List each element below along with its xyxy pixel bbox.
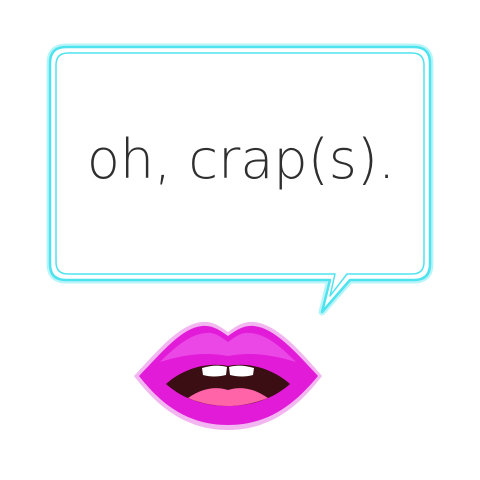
image-canvas: oh, crap(s). (0, 0, 480, 480)
lips-icon (134, 321, 322, 430)
speech-bubble-text: oh, crap(s). (86, 128, 396, 191)
teeth-right (229, 365, 254, 377)
teeth-left (202, 365, 227, 377)
